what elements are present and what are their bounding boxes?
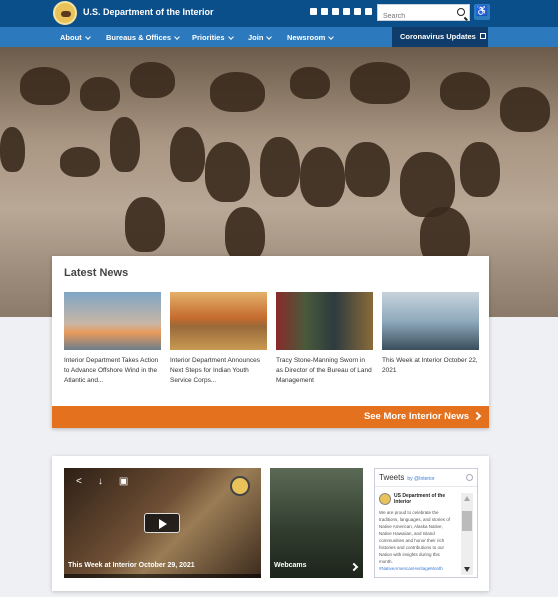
social-links	[310, 8, 372, 15]
video-player[interactable]: < ↓ ▣ This Week at Interior October 29, …	[64, 468, 261, 578]
scroll-thumb[interactable]	[462, 511, 472, 531]
bison-shape	[300, 147, 345, 207]
bison-shape	[205, 142, 250, 202]
scroll-up-icon[interactable]	[464, 496, 470, 501]
latest-news-heading: Latest News	[64, 267, 129, 279]
bison-shape	[80, 77, 120, 111]
tweets-widget: Tweets by @Interior US Department of the …	[374, 468, 478, 578]
tweets-by[interactable]: by @Interior	[407, 476, 434, 482]
webcams-card[interactable]: Webcams	[270, 468, 363, 578]
chevron-right-icon[interactable]	[349, 562, 359, 572]
coronavirus-updates-button[interactable]: Coronavirus Updates	[392, 27, 488, 47]
webcams-caption[interactable]: Webcams	[274, 562, 307, 569]
tweets-header: Tweets by @Interior	[375, 469, 477, 487]
search-input[interactable]	[378, 9, 450, 24]
tweet-account[interactable]: US Department of the Interior	[394, 493, 454, 505]
chevron-down-icon	[328, 34, 335, 40]
bison-shape	[110, 117, 140, 172]
site-title[interactable]: U.S. Department of the Interior	[83, 7, 214, 17]
news-card[interactable]: Interior Department Announces Next Steps…	[170, 292, 267, 386]
see-more-label: See More Interior News	[363, 411, 469, 422]
tweet-body: We are proud to celebrate the traditions…	[379, 509, 454, 572]
bison-shape	[225, 207, 265, 262]
bison-shape	[345, 142, 390, 197]
bison-shape	[440, 72, 490, 110]
landscape-image[interactable]	[170, 292, 267, 350]
search-icon[interactable]	[457, 8, 465, 16]
see-more-news-button[interactable]: See More Interior News	[52, 406, 489, 428]
news-icon[interactable]	[365, 8, 372, 15]
news-card[interactable]: Tracy Stone-Manning Sworn in as Director…	[276, 292, 373, 386]
chevron-down-icon	[266, 34, 273, 40]
email-icon[interactable]	[354, 8, 361, 15]
bison-shape	[20, 67, 70, 105]
lake-image[interactable]	[382, 292, 479, 350]
bison-shape	[460, 142, 500, 197]
twitter-icon[interactable]	[343, 8, 350, 15]
covid-label: Coronavirus Updates	[400, 32, 476, 41]
youtube-icon[interactable]: ▣	[119, 476, 128, 487]
share-icon[interactable]: <	[76, 476, 82, 487]
tweet-text: We are proud to celebrate the traditions…	[379, 510, 451, 564]
media-panel: < ↓ ▣ This Week at Interior October 29, …	[52, 456, 489, 591]
download-icon[interactable]: ↓	[98, 476, 103, 487]
bison-shape	[130, 62, 175, 98]
nav-label: Join	[248, 33, 264, 42]
bison-shape	[60, 147, 100, 177]
tweets-scrollbar[interactable]	[461, 493, 473, 575]
bison-shape	[170, 127, 205, 182]
wind-farm-image[interactable]	[64, 292, 161, 350]
top-bar: U.S. Department of the Interior ♿	[0, 0, 558, 27]
bison-shape	[290, 67, 330, 99]
news-card-text[interactable]: Interior Department Announces Next Steps…	[170, 356, 267, 386]
video-toolbar: < ↓ ▣	[76, 476, 128, 487]
video-caption[interactable]: This Week at Interior October 29, 2021	[68, 562, 195, 569]
nav-label: Priorities	[192, 33, 225, 42]
chevron-right-icon	[472, 411, 482, 421]
bison-shape	[350, 62, 410, 104]
latest-news-panel: Latest News Interior Department Takes Ac…	[52, 256, 489, 428]
nav-about[interactable]: About	[60, 33, 91, 42]
accessibility-icon[interactable]: ♿	[474, 4, 490, 20]
news-card-text[interactable]: This Week at Interior October 22, 2021	[382, 356, 479, 376]
search-box	[377, 4, 470, 24]
swearing-in-image[interactable]	[276, 292, 373, 350]
channel-avatar[interactable]	[230, 476, 250, 496]
instagram-icon[interactable]	[310, 8, 317, 15]
nav-bureaus[interactable]: Bureaus & Offices	[106, 33, 180, 42]
nav-label: Bureaus & Offices	[106, 33, 172, 42]
scroll-down-icon[interactable]	[464, 567, 470, 572]
bison-shape	[500, 87, 550, 132]
nav-priorities[interactable]: Priorities	[192, 33, 234, 42]
nav-label: About	[60, 33, 82, 42]
tweet-avatar[interactable]	[379, 493, 391, 505]
news-card-text[interactable]: Tracy Stone-Manning Sworn in as Director…	[276, 356, 373, 386]
doi-seal-logo[interactable]	[53, 1, 77, 25]
bison-shape	[125, 197, 165, 252]
bison-shape	[210, 72, 265, 112]
nav-newsroom[interactable]: Newsroom	[287, 33, 335, 42]
facebook-icon[interactable]	[321, 8, 328, 15]
bison-shape	[260, 137, 300, 197]
tweet-hashtag[interactable]: #NativeAmericanHeritageMonth	[379, 566, 443, 571]
external-link-icon	[479, 33, 486, 39]
info-icon[interactable]	[466, 474, 473, 481]
news-card-text[interactable]: Interior Department Takes Action to Adva…	[64, 356, 161, 386]
chevron-down-icon	[227, 34, 234, 40]
vimeo-icon[interactable]	[332, 8, 339, 15]
bison-shape	[0, 127, 25, 172]
news-card[interactable]: Interior Department Takes Action to Adva…	[64, 292, 161, 386]
play-button[interactable]	[144, 513, 180, 533]
nav-label: Newsroom	[287, 33, 326, 42]
news-card[interactable]: This Week at Interior October 22, 2021	[382, 292, 479, 376]
tweets-title: Tweets	[379, 473, 405, 482]
chevron-down-icon	[174, 34, 180, 40]
chevron-down-icon	[84, 34, 91, 40]
video-progress-bar[interactable]	[64, 574, 261, 578]
nav-join[interactable]: Join	[248, 33, 273, 42]
